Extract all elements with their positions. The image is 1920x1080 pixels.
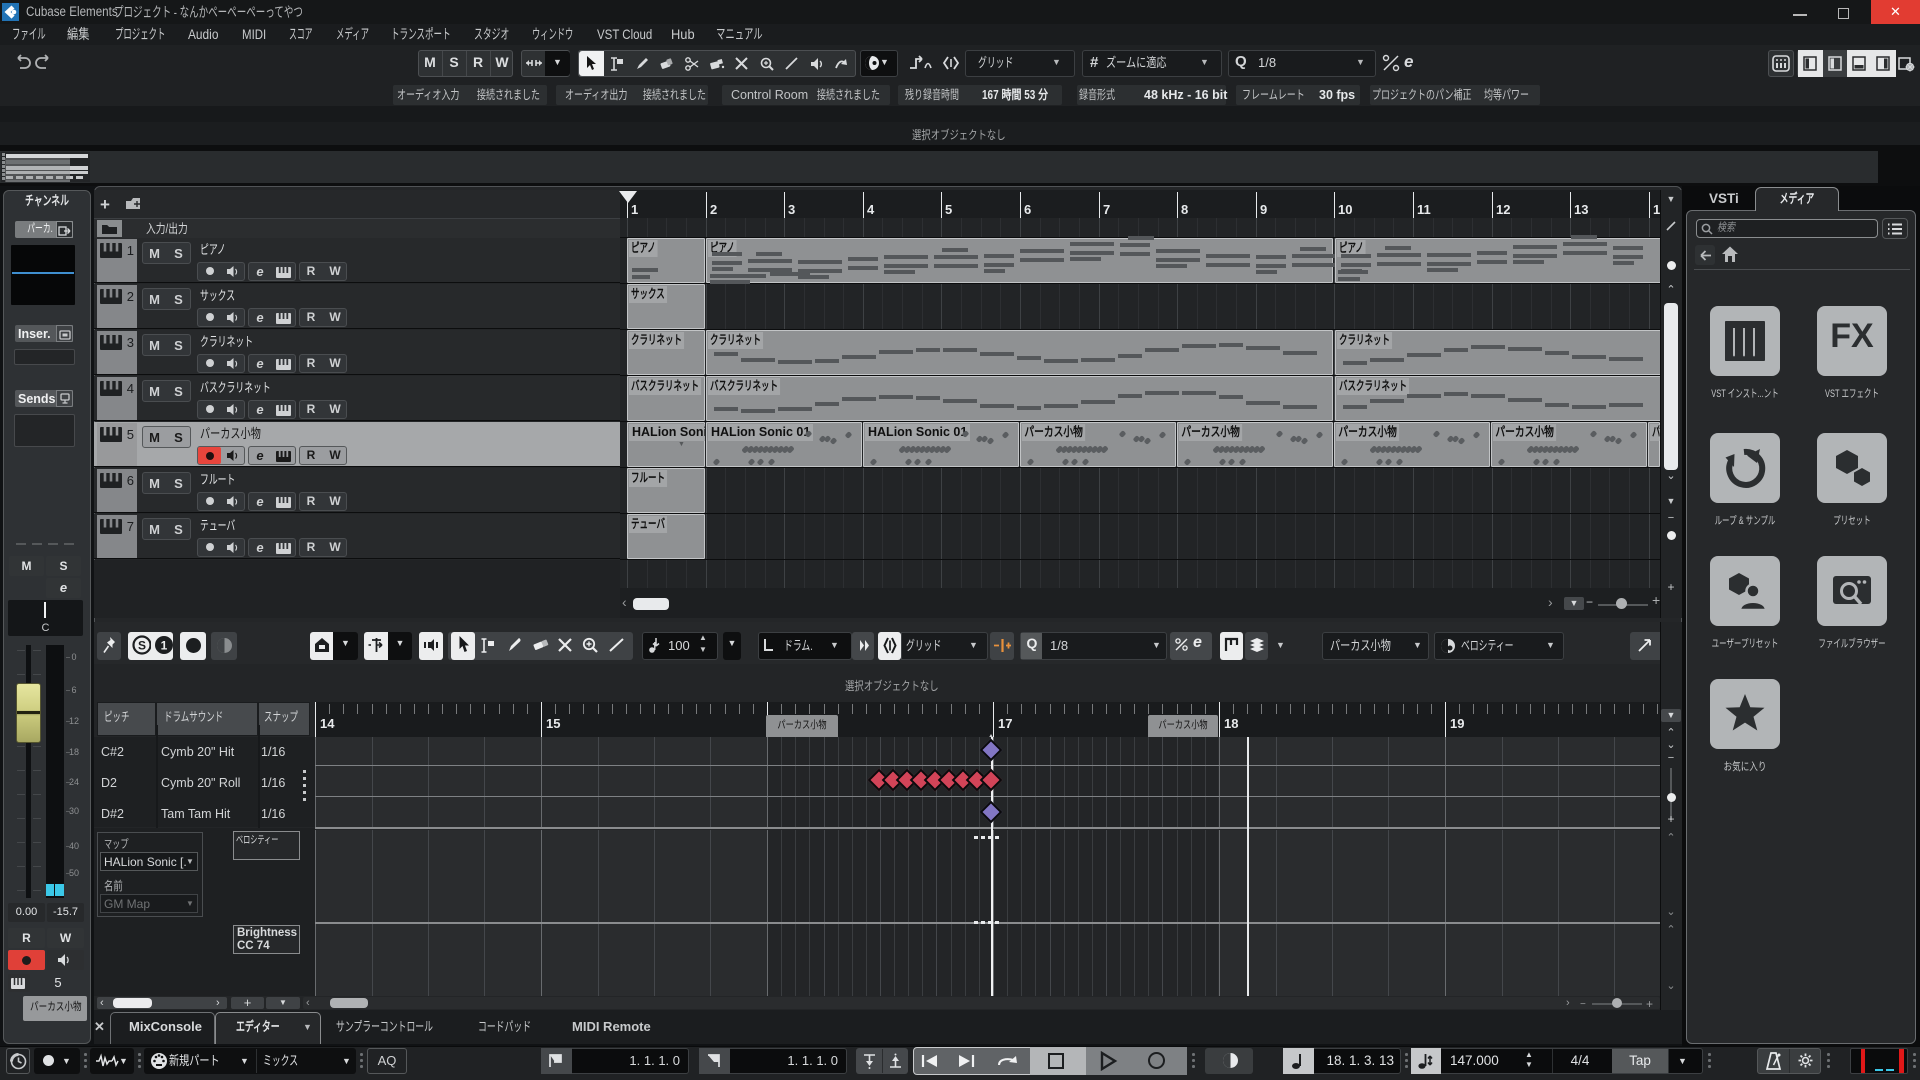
svg-text:1: 1 [161, 639, 168, 653]
svg-text:S: S [138, 639, 146, 653]
